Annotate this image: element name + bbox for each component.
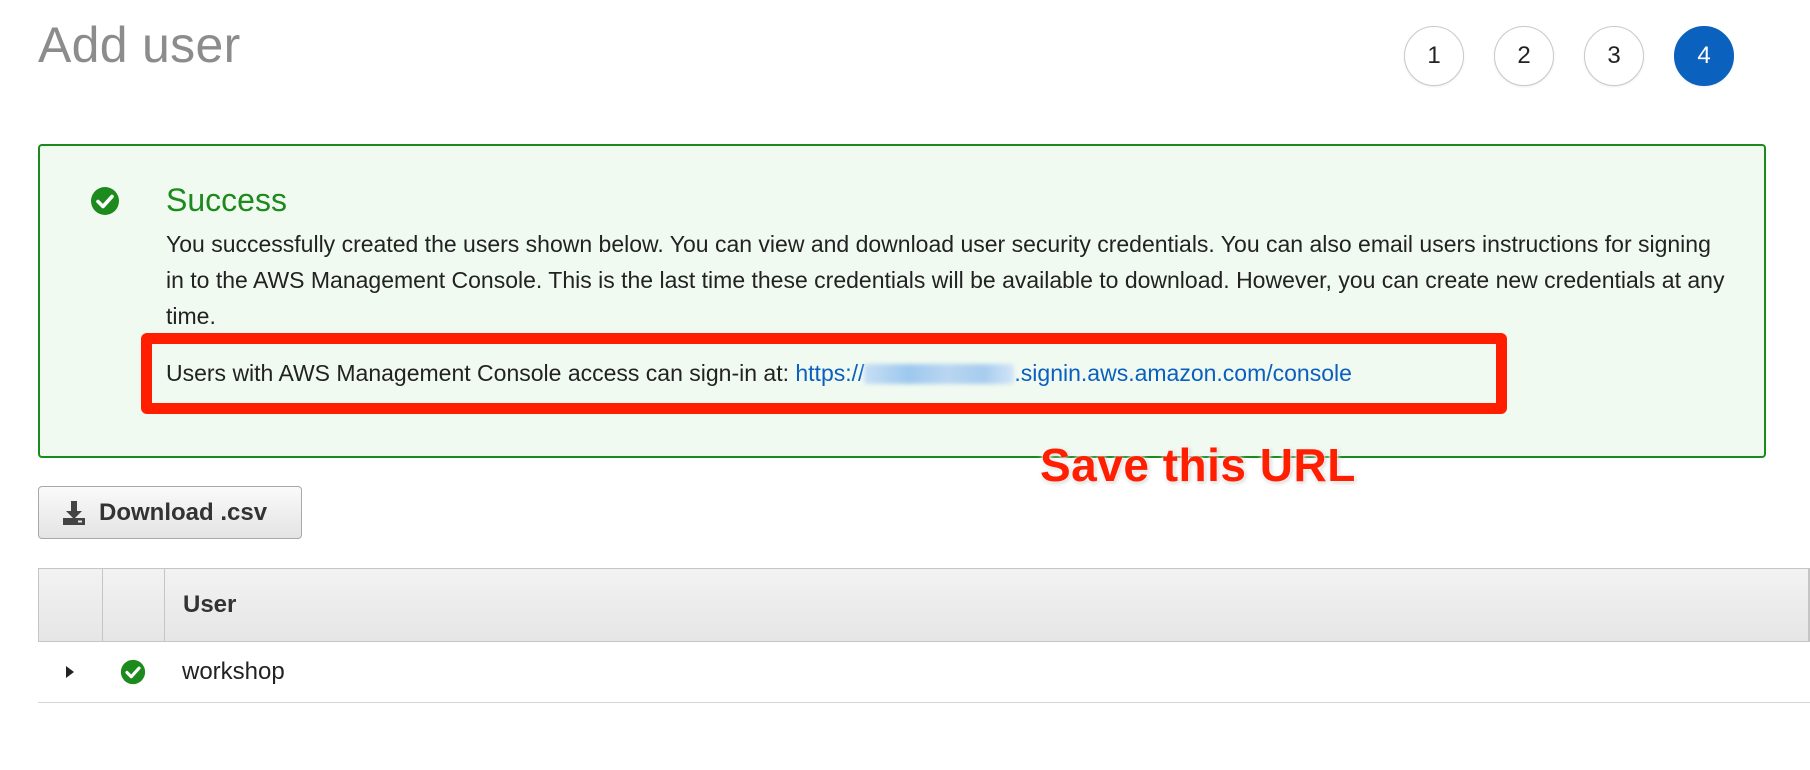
step-3[interactable]: 3 bbox=[1584, 26, 1644, 86]
download-icon bbox=[63, 500, 85, 525]
header-user-column[interactable]: User bbox=[165, 569, 1809, 641]
row-status bbox=[102, 659, 164, 685]
download-label: Download .csv bbox=[99, 498, 268, 526]
step-1[interactable]: 1 bbox=[1404, 26, 1464, 86]
success-message: You successfully created the users shown… bbox=[166, 231, 1725, 329]
page-title: Add user bbox=[38, 17, 241, 73]
step-4: 4 bbox=[1674, 26, 1734, 86]
check-circle-icon bbox=[120, 659, 146, 685]
success-title: Success bbox=[166, 182, 287, 218]
step-2[interactable]: 2 bbox=[1494, 26, 1554, 86]
wizard-steps: 1 2 3 4 bbox=[1404, 26, 1734, 86]
check-circle-icon bbox=[91, 187, 119, 215]
save-url-annotation: Save this URL bbox=[1040, 439, 1356, 491]
header-expand-column bbox=[39, 569, 103, 641]
table-header: User bbox=[38, 568, 1810, 642]
row-user-name: workshop bbox=[182, 658, 285, 685]
caret-right-icon bbox=[66, 666, 74, 678]
row-expand-toggle[interactable] bbox=[38, 664, 102, 680]
highlight-box bbox=[141, 333, 1507, 414]
download-csv-button[interactable]: Download .csv bbox=[38, 486, 302, 539]
table-row[interactable]: workshop bbox=[38, 642, 1810, 703]
header-status-column bbox=[103, 569, 165, 641]
users-table: User workshop bbox=[38, 568, 1810, 703]
